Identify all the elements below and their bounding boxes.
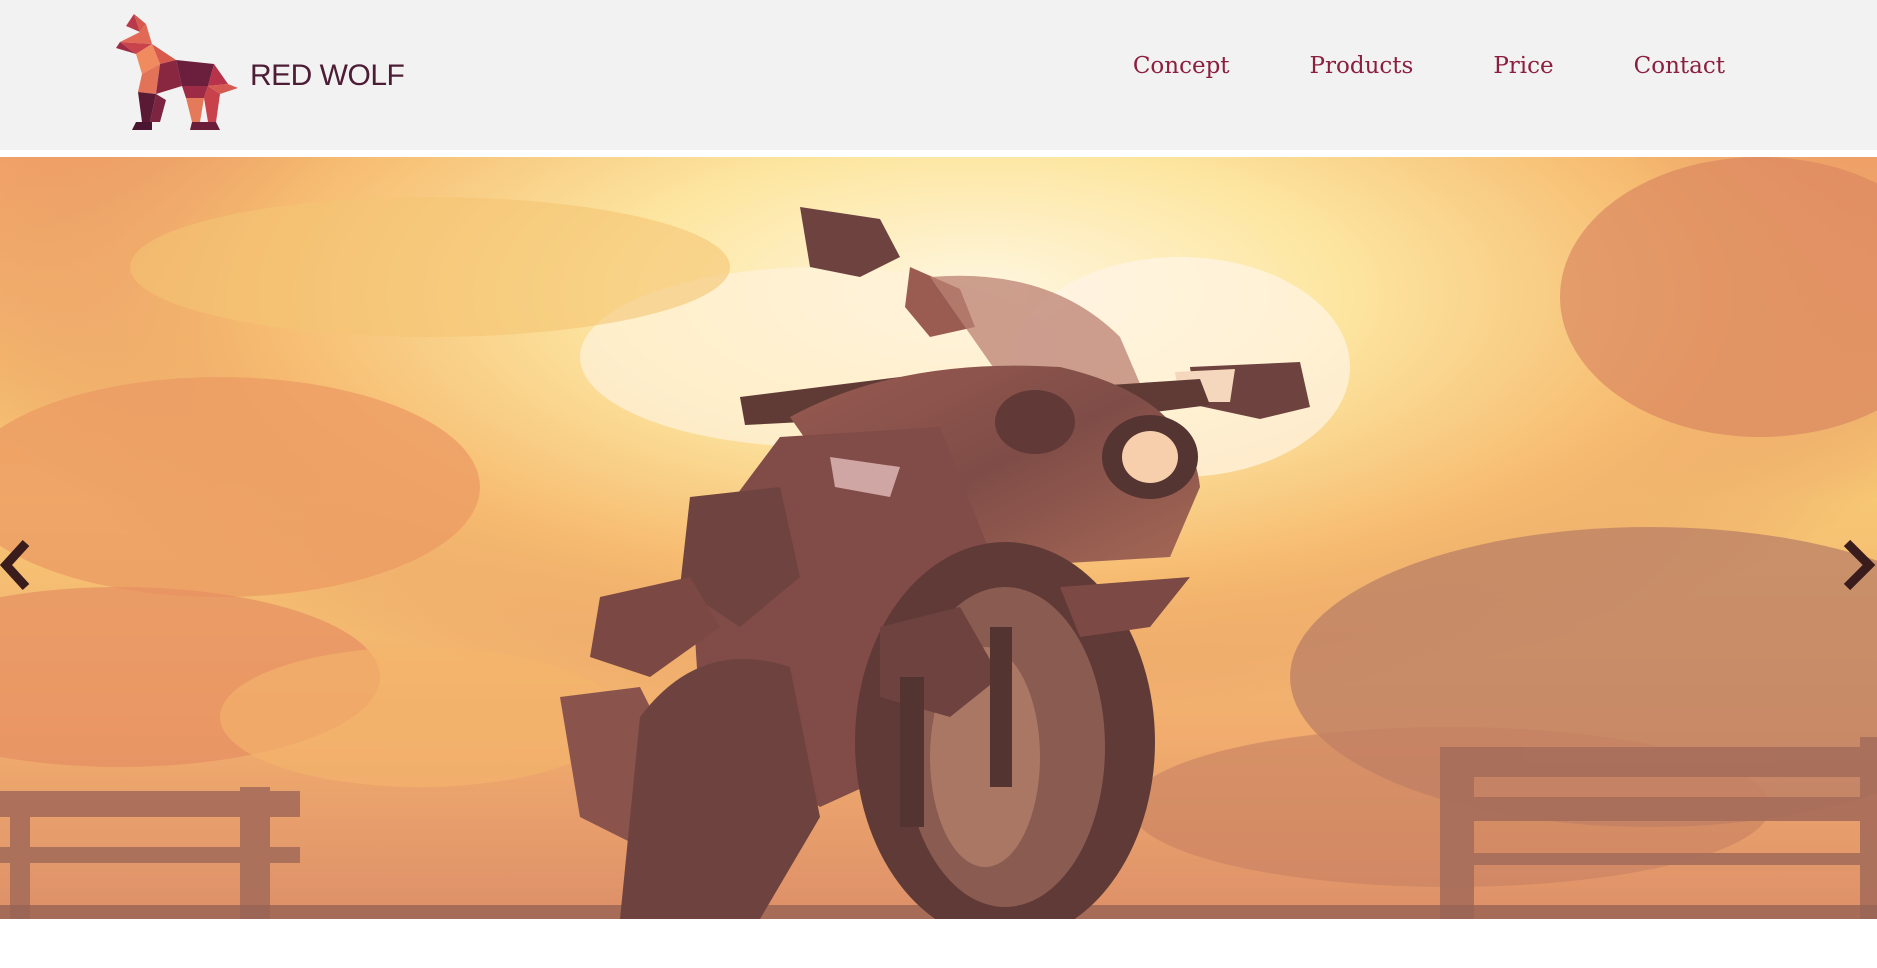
chevron-right-icon [1843, 539, 1876, 591]
slider-prev-button[interactable] [0, 535, 40, 595]
nav-contact-link[interactable]: Contact [1634, 46, 1725, 86]
page-content-start [0, 919, 1877, 968]
motorcycle-sunset-photo [0, 157, 1877, 919]
chevron-left-icon [0, 539, 30, 591]
wolf-logo-icon [116, 14, 238, 130]
nav-price-link[interactable]: Price [1493, 46, 1553, 86]
page: RED WOLF Concept Products Price Contact [0, 0, 1877, 968]
site-header: RED WOLF Concept Products Price Contact [0, 0, 1877, 150]
nav-concept-link[interactable]: Concept [1133, 46, 1230, 86]
nav-products-link[interactable]: Products [1310, 46, 1414, 86]
hero-slider [0, 157, 1877, 919]
main-nav: Concept Products Price Contact [1133, 46, 1725, 86]
brand-name: RED WOLF [250, 59, 405, 92]
slider-next-button[interactable] [1837, 535, 1877, 595]
brand-logo-link[interactable]: RED WOLF [116, 14, 405, 132]
